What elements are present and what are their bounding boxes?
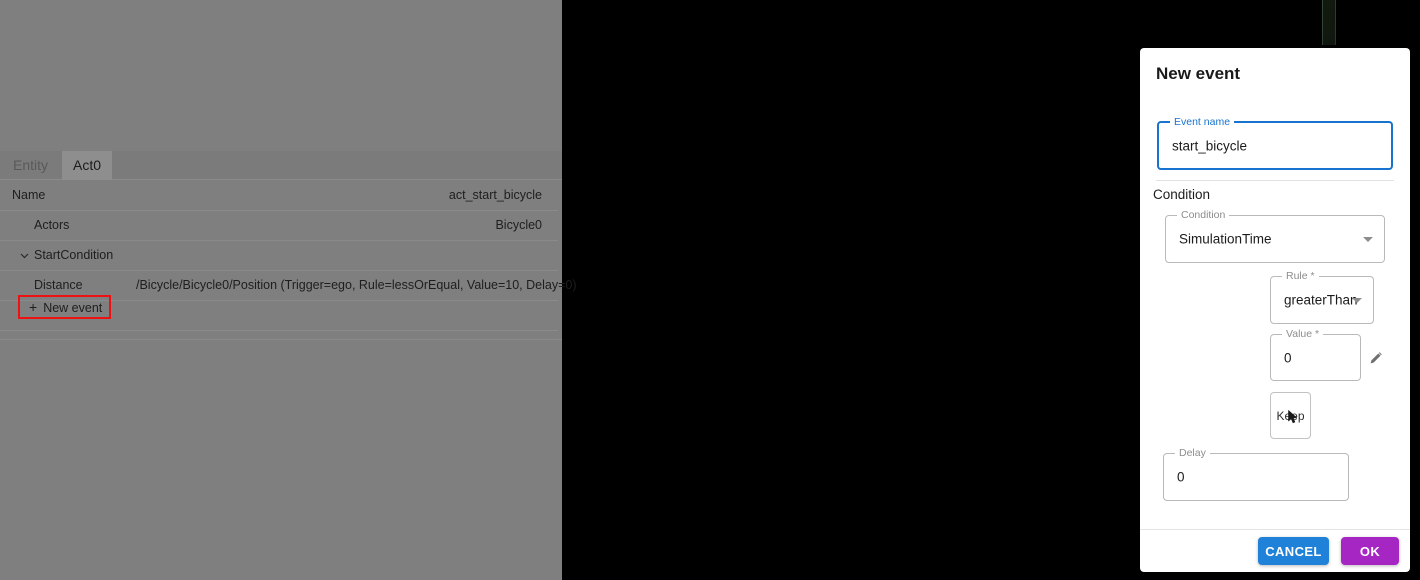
plus-icon: + <box>29 299 38 315</box>
table-row-actors[interactable]: Actors Bicycle0 <box>0 211 558 241</box>
dialog-footer-divider <box>1140 529 1410 530</box>
mouse-cursor <box>1288 410 1299 424</box>
rule-select[interactable]: Rule * greaterThan <box>1270 270 1374 324</box>
panel-empty-bottom-area <box>0 339 562 580</box>
ok-button[interactable]: OK <box>1341 537 1399 565</box>
value-input-value: 0 <box>1284 350 1292 365</box>
event-name-input[interactable]: Event name start_bicycle <box>1157 116 1393 170</box>
condition-select-value: SimulationTime <box>1179 231 1272 247</box>
condition-select-label: Condition <box>1177 209 1230 221</box>
pencil-edit-icon[interactable] <box>1368 350 1384 366</box>
new-event-row: + New event <box>0 295 558 331</box>
delay-input-value: 0 <box>1177 469 1185 485</box>
table-row-name[interactable]: Name act_start_bicycle <box>0 181 558 211</box>
value-input-label: Value * <box>1282 328 1324 340</box>
row-label-name: Name <box>12 188 46 202</box>
new-event-button-label: New event <box>43 301 103 315</box>
rule-select-value: greaterThan <box>1284 292 1358 308</box>
panel-tab-bar: Entity Act0 <box>0 151 562 180</box>
dialog-title: New event <box>1156 64 1241 83</box>
row-label-startcondition: StartCondition <box>34 248 114 262</box>
condition-select[interactable]: Condition SimulationTime <box>1165 209 1385 263</box>
tab-entity[interactable]: Entity <box>2 151 59 180</box>
property-table: Name act_start_bicycle Actors Bicycle0 S… <box>0 181 577 331</box>
event-name-value: start_bicycle <box>1172 138 1248 153</box>
new-event-dialog: New event Event name start_bicycle Condi… <box>1140 48 1410 572</box>
row-value-name: act_start_bicycle <box>448 188 542 202</box>
chevron-down-icon[interactable] <box>1363 237 1373 242</box>
delay-input[interactable]: Delay 0 <box>1163 447 1349 501</box>
rule-select-label: Rule * <box>1282 270 1319 282</box>
row-value-distance: /Bicycle/Bicycle0/Position (Trigger=ego,… <box>136 278 577 292</box>
dialog-header-divider <box>1156 180 1394 181</box>
panel-empty-top-area <box>0 0 562 151</box>
viewport-pole-object <box>1322 0 1336 45</box>
chevron-down-icon[interactable] <box>19 241 31 270</box>
row-label-actors: Actors <box>34 218 70 232</box>
new-event-button[interactable]: + New event <box>18 295 111 319</box>
chevron-down-icon[interactable] <box>1352 298 1362 303</box>
cancel-button[interactable]: CANCEL <box>1258 537 1329 565</box>
table-row-startcondition[interactable]: StartCondition <box>0 241 558 271</box>
delay-input-label: Delay <box>1175 447 1210 459</box>
row-value-actors: Bicycle0 <box>495 218 542 232</box>
value-input[interactable]: Value * 0 <box>1270 328 1361 381</box>
condition-section-heading: Condition <box>1153 187 1211 202</box>
tab-act0[interactable]: Act0 <box>62 151 113 180</box>
event-name-label: Event name <box>1170 116 1235 128</box>
scenario-editor-panel: Entity Act0 Name act_start_bicycle Actor… <box>0 0 577 580</box>
